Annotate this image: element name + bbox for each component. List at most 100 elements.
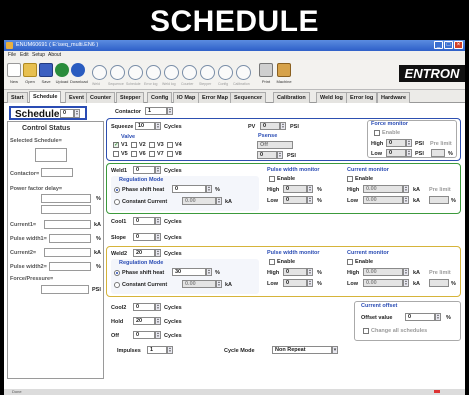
force-monitor-low-spinner[interactable]: ▲ ▼: [406, 149, 412, 157]
weld2-pwm-low-input[interactable]: 0: [283, 279, 307, 287]
sequence-circle-icon[interactable]: [110, 65, 125, 80]
cool2-input[interactable]: 0: [133, 303, 155, 311]
tab-schedule[interactable]: Schedule: [29, 91, 62, 103]
weld2-cm-high-input[interactable]: 0.00: [363, 268, 403, 276]
tab-config[interactable]: Config: [147, 92, 173, 103]
valve-v5-checkbox[interactable]: [113, 151, 119, 157]
squeeze-spinner[interactable]: ▲ ▼: [155, 122, 161, 130]
cool1-input[interactable]: 0: [133, 217, 155, 225]
change-all-schedules-checkbox[interactable]: [363, 328, 369, 334]
weld1-cm-low-input[interactable]: 0.00: [363, 196, 403, 204]
weld2-cm-prelimit-input[interactable]: [429, 279, 449, 287]
weld1-cm-prelimit-input[interactable]: [429, 196, 449, 204]
weld1-pwm-low-input[interactable]: 0: [283, 196, 307, 204]
weld1-cm-high-spinner[interactable]: ▲ ▼: [403, 185, 409, 193]
valve-v7-checkbox[interactable]: [149, 151, 155, 157]
weld2-pwm-high-input[interactable]: 0: [283, 268, 307, 276]
squeeze-input[interactable]: 10: [135, 122, 155, 130]
weld1-cm-enable-checkbox[interactable]: [347, 176, 353, 182]
tab-calibration[interactable]: Calibration: [273, 92, 310, 103]
counter-circle-icon[interactable]: [182, 65, 197, 80]
weld1-constant-current-input[interactable]: 0.00: [182, 197, 216, 205]
hold-spinner[interactable]: ▲ ▼: [155, 317, 161, 325]
weld1-constant-current-radio[interactable]: [114, 199, 120, 205]
weld1-pwm-low-spinner[interactable]: ▲ ▼: [307, 196, 313, 204]
weld1-cm-low-spinner[interactable]: ▲ ▼: [403, 196, 409, 204]
weld2-input[interactable]: 20: [133, 249, 155, 257]
error-log-circle-icon[interactable]: [146, 65, 161, 80]
tab-io-map[interactable]: IO Map: [173, 92, 200, 103]
weld-circle-icon[interactable]: [92, 65, 107, 80]
weld-log-circle-icon[interactable]: [164, 65, 179, 80]
weld2-cm-low-spinner[interactable]: ▲ ▼: [403, 279, 409, 287]
contactor-input[interactable]: 1: [145, 107, 167, 115]
tab-stepper[interactable]: Stepper: [116, 92, 145, 103]
stepper-circle-icon[interactable]: [200, 65, 215, 80]
force-monitor-high-spinner[interactable]: ▲ ▼: [406, 139, 412, 147]
weld1-constant-current-spinner[interactable]: ▲ ▼: [216, 197, 222, 205]
force-monitor-enable-checkbox[interactable]: [374, 130, 380, 136]
current-offset-spinner[interactable]: ▲ ▼: [435, 313, 441, 321]
menu-file[interactable]: File: [8, 51, 16, 60]
tab-counter[interactable]: Counter: [86, 92, 116, 103]
close-button[interactable]: ×: [454, 41, 463, 49]
config-circle-icon[interactable]: [218, 65, 233, 80]
off-input[interactable]: 0: [133, 331, 155, 339]
weld2-constant-current-radio[interactable]: [114, 282, 120, 288]
schedule-spinner[interactable]: ▲ ▼: [74, 109, 80, 118]
contactor-spinner[interactable]: ▲ ▼: [167, 107, 173, 115]
valve-v3-checkbox[interactable]: [149, 142, 155, 148]
tab-hardware[interactable]: Hardware: [377, 92, 411, 103]
valve-v4-checkbox[interactable]: [167, 142, 173, 148]
weld2-cm-enable-checkbox[interactable]: [347, 259, 353, 265]
weld1-phase-shift-radio[interactable]: [114, 187, 120, 193]
weld2-pwm-enable-checkbox[interactable]: [269, 259, 275, 265]
force-monitor-low-input[interactable]: 0: [386, 149, 406, 157]
schedule-circle-icon[interactable]: [128, 65, 143, 80]
tab-error-log[interactable]: Error log: [346, 92, 378, 103]
maximize-button[interactable]: □: [444, 41, 453, 49]
menu-setup[interactable]: Setup: [32, 51, 45, 60]
impulses-input[interactable]: 1: [147, 346, 167, 354]
tab-start[interactable]: Start: [7, 92, 28, 103]
slope-input[interactable]: 0: [133, 233, 155, 241]
weld2-phase-shift-spinner[interactable]: ▲ ▼: [206, 268, 212, 276]
save-button[interactable]: Save: [38, 63, 54, 84]
download-button[interactable]: Download: [70, 63, 88, 84]
valve-v8-checkbox[interactable]: [167, 151, 173, 157]
cycle-mode-dropdown-icon[interactable]: ▾: [332, 346, 338, 354]
tab-weld-log[interactable]: Weld log: [316, 92, 347, 103]
print-button[interactable]: Print: [258, 63, 274, 84]
upload-button[interactable]: Upload: [54, 63, 70, 84]
tab-error-map[interactable]: Error Map: [198, 92, 232, 103]
valve-v2-checkbox[interactable]: [131, 142, 137, 148]
calibration-circle-icon[interactable]: [236, 65, 251, 80]
pv-input[interactable]: 0: [260, 122, 280, 130]
force-monitor-prelimit-input[interactable]: [431, 149, 445, 157]
weld1-pwm-high-spinner[interactable]: ▲ ▼: [307, 185, 313, 193]
psense-input[interactable]: 0: [257, 151, 277, 159]
new-button[interactable]: New: [6, 63, 22, 84]
menu-about[interactable]: About: [48, 51, 61, 60]
psense-select[interactable]: Off: [257, 141, 293, 149]
weld2-spinner[interactable]: ▲ ▼: [155, 249, 161, 257]
weld2-phase-shift-radio[interactable]: [114, 270, 120, 276]
weld2-constant-current-spinner[interactable]: ▲ ▼: [216, 280, 222, 288]
weld2-constant-current-input[interactable]: 0.00: [182, 280, 216, 288]
weld2-cm-low-input[interactable]: 0.00: [363, 279, 403, 287]
weld1-pwm-enable-checkbox[interactable]: [269, 176, 275, 182]
slope-spinner[interactable]: ▲ ▼: [155, 233, 161, 241]
weld1-phase-shift-spinner[interactable]: ▲ ▼: [206, 185, 212, 193]
schedule-number-input[interactable]: 0: [60, 109, 74, 118]
off-spinner[interactable]: ▲ ▼: [155, 331, 161, 339]
weld2-phase-shift-input[interactable]: 30: [172, 268, 206, 276]
machine-button[interactable]: Machine: [276, 63, 292, 84]
valve-v6-checkbox[interactable]: [131, 151, 137, 157]
weld1-phase-shift-input[interactable]: 0: [172, 185, 206, 193]
weld1-cm-high-input[interactable]: 0.00: [363, 185, 403, 193]
pv-spinner[interactable]: ▲ ▼: [280, 122, 286, 130]
weld2-cm-high-spinner[interactable]: ▲ ▼: [403, 268, 409, 276]
open-button[interactable]: Open: [22, 63, 38, 84]
weld1-spinner[interactable]: ▲ ▼: [155, 166, 161, 174]
cycle-mode-select[interactable]: Non Repeat: [272, 346, 332, 354]
